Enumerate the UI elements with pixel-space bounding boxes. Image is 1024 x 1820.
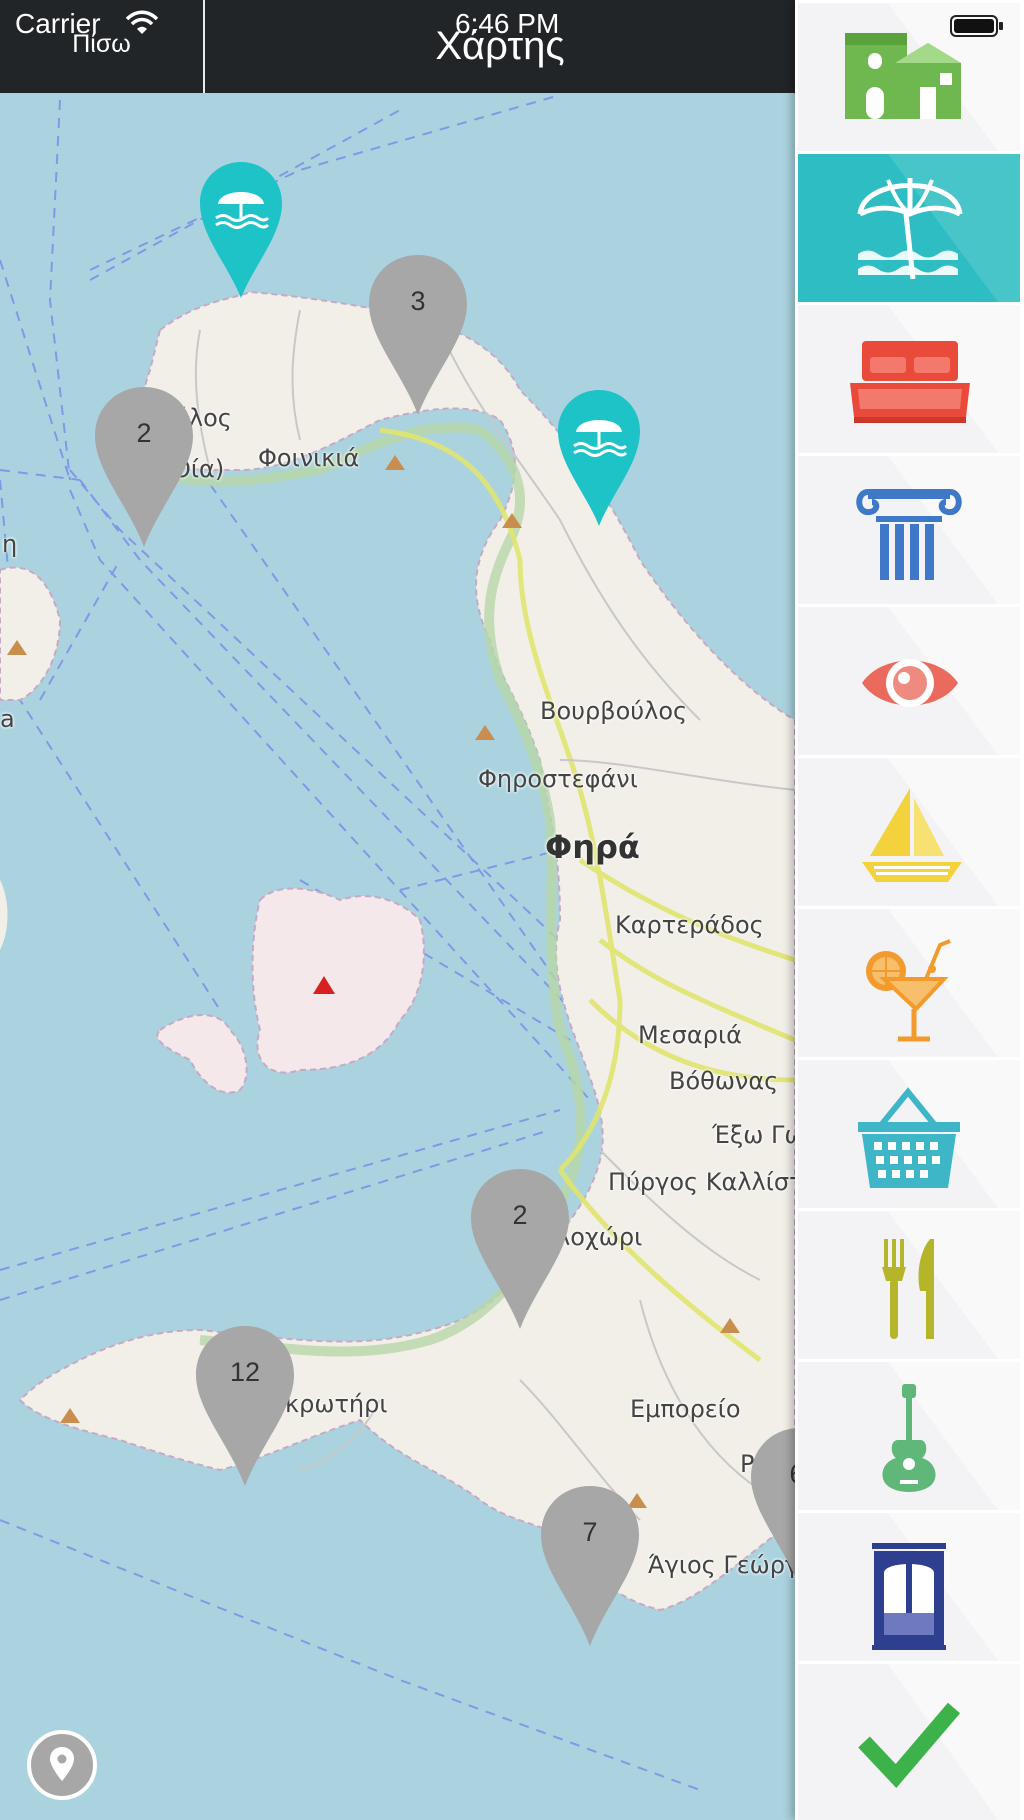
cluster-pin[interactable]: 12 — [194, 1324, 296, 1488]
eye-icon — [862, 659, 958, 707]
battery-icon — [950, 15, 1003, 37]
category-restaurants[interactable] — [798, 1211, 1020, 1359]
category-bars[interactable] — [798, 909, 1020, 1057]
place-label: Πύργος Καλλίστ — [608, 1168, 795, 1196]
cluster-pin[interactable]: 7 — [539, 1484, 641, 1648]
locate-button[interactable] — [27, 1730, 97, 1800]
category-beaches[interactable] — [798, 154, 1020, 302]
beach-pin[interactable] — [198, 160, 284, 305]
navigation-bar: Carrier 6:46 PM Πίσω Χάρτης — [0, 0, 795, 93]
cable-car-icon — [872, 1543, 946, 1650]
page-title: Χάρτης — [435, 24, 565, 68]
place-label: Φοινικιά — [258, 444, 360, 472]
cluster-pin[interactable]: 2 — [469, 1167, 571, 1331]
guitar-icon — [882, 1384, 936, 1492]
fork-knife-icon — [882, 1239, 934, 1339]
cluster-count: 2 — [136, 418, 152, 448]
cluster-pin[interactable]: 3 — [367, 253, 469, 417]
checkmark-icon — [858, 1702, 961, 1788]
cluster-count: 12 — [229, 1357, 261, 1387]
place-label: Φηροστεφάνι — [478, 765, 638, 793]
cluster-count: 7 — [582, 1517, 598, 1547]
cluster-count: 2 — [512, 1200, 528, 1230]
cocktail-icon — [866, 939, 951, 1042]
bed-icon — [850, 341, 970, 423]
place-label: Εμπορείο — [630, 1395, 741, 1423]
beach-umbrella-icon — [857, 178, 963, 280]
place-label: Φηρά — [545, 828, 640, 866]
place-label: η — [2, 530, 18, 558]
category-panel — [795, 0, 1024, 1820]
category-transport[interactable] — [798, 1513, 1020, 1661]
category-shopping[interactable] — [798, 1060, 1020, 1208]
ionic-column-icon — [856, 489, 962, 580]
place-label: Βουρβούλος — [540, 697, 688, 725]
category-hotels[interactable] — [798, 305, 1020, 453]
back-button[interactable]: Πίσω — [0, 30, 203, 59]
category-sights[interactable] — [798, 607, 1020, 755]
category-confirm[interactable] — [798, 1664, 1020, 1820]
place-label: Μεσαριά — [638, 1021, 742, 1049]
category-sailing[interactable] — [798, 758, 1020, 906]
beach-pin[interactable] — [556, 388, 642, 533]
cluster-count: 3 — [410, 286, 426, 316]
shopping-basket-icon — [858, 1087, 960, 1188]
place-label: Βόθωνας — [669, 1067, 779, 1095]
sailboat-icon — [862, 788, 962, 882]
app-screen: ύλος Οία) Φοινικιά Βουρβούλος Φηροστεφάν… — [0, 0, 1024, 1820]
place-label: a — [0, 705, 15, 733]
category-monuments[interactable] — [798, 456, 1020, 604]
place-label: Έξω Γω — [712, 1121, 795, 1149]
place-label: κρωτήρι — [285, 1390, 388, 1418]
category-music[interactable] — [798, 1362, 1020, 1510]
cluster-pin[interactable]: 2 — [93, 385, 195, 549]
place-label: Καρτεράδος — [615, 911, 764, 939]
map-pin-icon — [50, 1747, 74, 1781]
